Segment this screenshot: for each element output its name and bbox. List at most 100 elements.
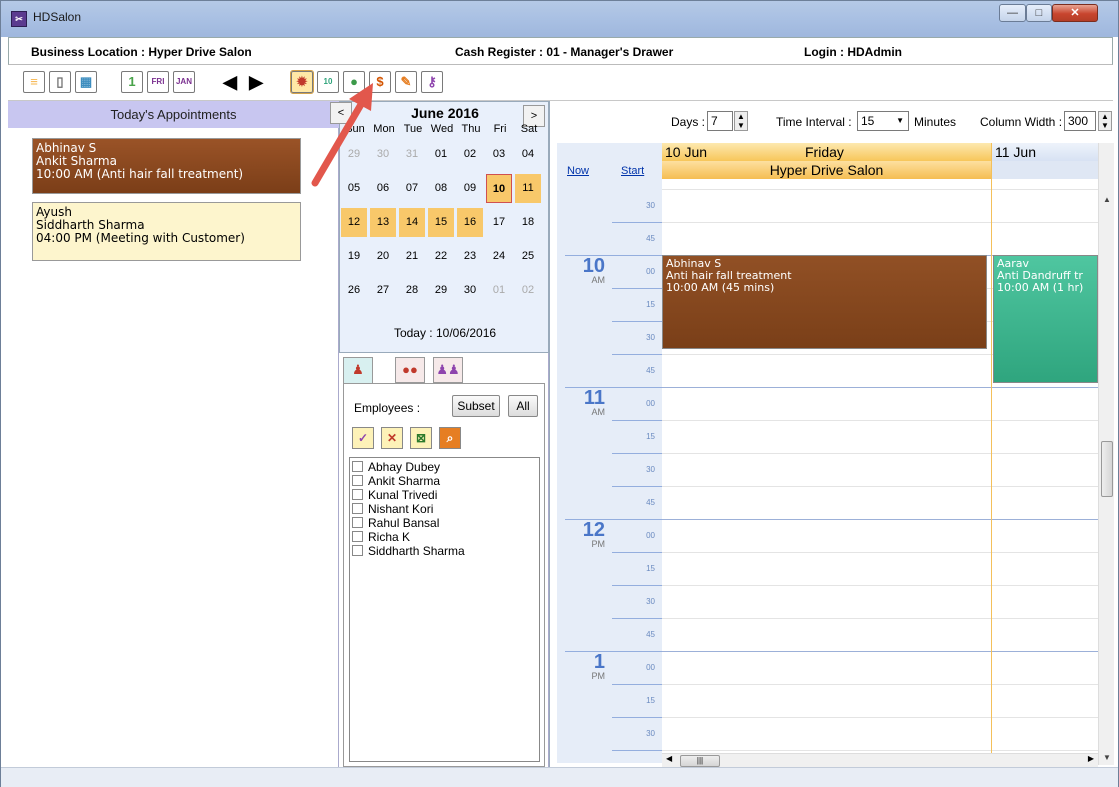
all-button[interactable]: All	[508, 395, 538, 417]
employee-item[interactable]: Siddharth Sharma	[350, 544, 539, 558]
settings-gear-icon[interactable]: ✹	[290, 70, 314, 94]
month-calendar-icon[interactable]: ▦	[75, 71, 97, 93]
title-bar[interactable]: ✂ HDSalon — □ ✕	[1, 1, 1118, 37]
ruler-line	[612, 420, 662, 421]
next-arrow-icon[interactable]: ▶	[245, 71, 267, 93]
calendar-day[interactable]: 22	[428, 242, 454, 271]
days-input[interactable]: 7	[707, 111, 733, 131]
menu-list-icon[interactable]: ≡	[23, 71, 45, 93]
vertical-scrollbar[interactable]: ▲ ▼	[1098, 143, 1114, 765]
scroll-left-icon[interactable]: ◀	[666, 754, 672, 763]
calendar-day[interactable]: 12	[341, 208, 367, 237]
calendar-day[interactable]: 28	[399, 276, 425, 305]
today-date-link[interactable]: Today : 10/06/2016	[340, 326, 550, 340]
scroll-thumb[interactable]: |||	[680, 755, 720, 767]
mobile-device-icon[interactable]: ▯	[49, 71, 71, 93]
calendar-day[interactable]: 14	[399, 208, 425, 237]
employee-item[interactable]: Ankit Sharma	[350, 474, 539, 488]
schedule-event[interactable]: Aarav Anti Dandruff tr 10:00 AM (1 hr)	[993, 255, 1098, 383]
tab-employees[interactable]: ♟	[343, 357, 373, 386]
calendar-day[interactable]: 15	[428, 208, 454, 237]
employee-item[interactable]: Kunal Trivedi	[350, 488, 539, 502]
calendar-day[interactable]: 29	[428, 276, 454, 305]
calendar-day[interactable]: 11	[515, 174, 541, 203]
calendar-day[interactable]: 08	[428, 174, 454, 203]
calendar-day[interactable]: 01	[486, 276, 512, 305]
calendar-day[interactable]: 01	[428, 140, 454, 169]
uncheck-all-icon[interactable]: ✕	[381, 427, 403, 449]
january-calendar-icon[interactable]: JAN	[173, 71, 195, 93]
ruler-line	[612, 321, 662, 322]
checkbox[interactable]	[352, 531, 363, 542]
subset-button[interactable]: Subset	[452, 395, 500, 417]
calendar-day[interactable]: 03	[486, 140, 512, 169]
previous-arrow-icon[interactable]: ◀	[219, 71, 241, 93]
days-spinner[interactable]: ▲ ▼	[734, 111, 748, 131]
schedule-event[interactable]: Abhinav S Anti hair fall treatment 10:00…	[662, 255, 987, 349]
employee-item[interactable]: Rahul Bansal	[350, 516, 539, 530]
checkbox[interactable]	[352, 461, 363, 472]
calendar-day[interactable]: 27	[370, 276, 396, 305]
calendar-day[interactable]: 07	[399, 174, 425, 203]
calendar-day[interactable]: 24	[486, 242, 512, 271]
appointment-card[interactable]: Ayush Siddharth Sharma 04:00 PM (Meeting…	[32, 202, 301, 261]
calendar-day[interactable]: 06	[370, 174, 396, 203]
tab-resources[interactable]: ●●	[395, 357, 425, 383]
customer-person-icon[interactable]: ●	[343, 71, 365, 93]
calendar-day[interactable]: 30	[370, 140, 396, 169]
check-all-icon[interactable]: ✓	[352, 427, 374, 449]
checkbox[interactable]	[352, 503, 363, 514]
now-link[interactable]: Now	[567, 165, 589, 177]
calendar-day[interactable]: 02	[515, 276, 541, 305]
calendar-day[interactable]: 16	[457, 208, 483, 237]
calendar-day[interactable]: 29	[341, 140, 367, 169]
column-width-input[interactable]: 300	[1064, 111, 1096, 131]
employee-item[interactable]: Abhay Dubey	[350, 460, 539, 474]
employees-label: Employees :	[354, 401, 421, 415]
scroll-right-icon[interactable]: ▶	[1088, 754, 1094, 763]
calendar-day[interactable]: 05	[341, 174, 367, 203]
calendar-day[interactable]: 25	[515, 242, 541, 271]
checkbox[interactable]	[352, 475, 363, 486]
scroll-down-icon[interactable]: ▼	[1099, 753, 1115, 762]
calendar-day[interactable]: 19	[341, 242, 367, 271]
calendar-day[interactable]: 02	[457, 140, 483, 169]
calendar-day[interactable]: 31	[399, 140, 425, 169]
employee-item[interactable]: Richa K	[350, 530, 539, 544]
friday-calendar-icon[interactable]: FRI	[147, 71, 169, 93]
calendar-day[interactable]: 04	[515, 140, 541, 169]
checkbox[interactable]	[352, 489, 363, 500]
tab-groups[interactable]: ♟♟	[433, 357, 463, 383]
time-interval-select[interactable]: 15 ▼	[857, 111, 909, 131]
toggle-check-icon[interactable]: ⊠	[410, 427, 432, 449]
close-button[interactable]: ✕	[1052, 4, 1098, 22]
notes-edit-icon[interactable]: ✎	[395, 71, 417, 93]
key-icon[interactable]: ⚷	[421, 71, 443, 93]
calendar-day[interactable]: 18	[515, 208, 541, 237]
day-calendar-icon[interactable]: 1	[121, 71, 143, 93]
calendar-day[interactable]: 26	[341, 276, 367, 305]
calendar-day[interactable]: 23	[457, 242, 483, 271]
calendar-day[interactable]: 17	[486, 208, 512, 237]
start-link[interactable]: Start	[621, 165, 644, 177]
checkbox[interactable]	[352, 517, 363, 528]
calendar-day[interactable]: 21	[399, 242, 425, 271]
search-icon[interactable]: ⌕	[439, 427, 461, 449]
calendar-day[interactable]: 10	[486, 174, 512, 203]
date-ten-icon[interactable]: 10	[317, 71, 339, 93]
login-text: Login : HDAdmin	[804, 45, 902, 59]
column-width-spinner[interactable]: ▲ ▼	[1098, 111, 1112, 131]
employee-item[interactable]: Nishant Kori	[350, 502, 539, 516]
minimize-button[interactable]: —	[999, 4, 1026, 22]
appointment-card[interactable]: Abhinav S Ankit Sharma 10:00 AM (Anti ha…	[32, 138, 301, 194]
scroll-thumb[interactable]	[1101, 441, 1113, 497]
calendar-day[interactable]: 20	[370, 242, 396, 271]
calendar-day[interactable]: 09	[457, 174, 483, 203]
calendar-day[interactable]: 30	[457, 276, 483, 305]
horizontal-scrollbar[interactable]: ◀ ||| ▶	[662, 753, 1098, 767]
sale-transfer-icon[interactable]: $	[369, 71, 391, 93]
scroll-up-icon[interactable]: ▲	[1099, 195, 1115, 204]
maximize-button[interactable]: □	[1026, 4, 1052, 22]
checkbox[interactable]	[352, 545, 363, 556]
calendar-day[interactable]: 13	[370, 208, 396, 237]
